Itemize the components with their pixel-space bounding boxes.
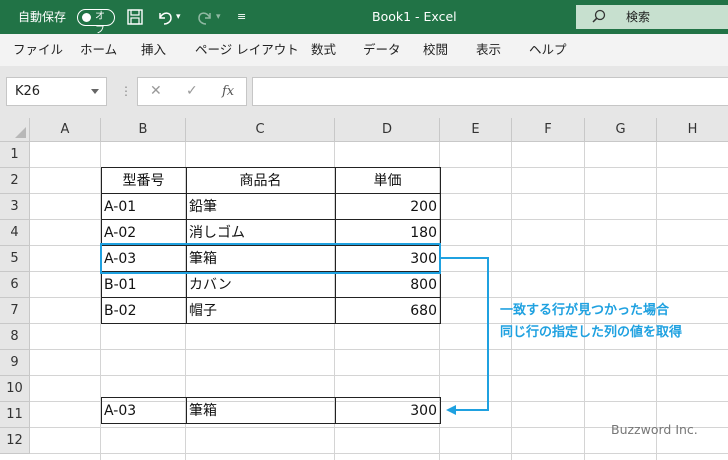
tab-help[interactable]: ヘルプ bbox=[529, 34, 567, 66]
search-label: 検索 bbox=[626, 10, 651, 24]
chevron-down-icon[interactable] bbox=[91, 89, 99, 94]
autosave-toggle[interactable]: オフ bbox=[77, 9, 115, 36]
redo-dropdown-icon[interactable]: ▾ bbox=[216, 0, 221, 34]
redo-icon[interactable] bbox=[195, 0, 215, 34]
annotation-line-1: 一致する行が見つかった場合 bbox=[500, 303, 670, 318]
insert-function-icon[interactable]: fx bbox=[222, 78, 234, 105]
autosave-label: 自動保存 bbox=[18, 10, 67, 24]
watermark: Buzzword Inc. bbox=[611, 422, 698, 437]
undo-dropdown-icon[interactable]: ▾ bbox=[176, 0, 181, 34]
tab-insert[interactable]: 挿入 bbox=[141, 34, 166, 66]
tab-data[interactable]: データ bbox=[363, 34, 401, 66]
save-icon[interactable] bbox=[126, 0, 144, 34]
tab-file[interactable]: ファイル bbox=[13, 34, 63, 66]
toggle-knob bbox=[82, 13, 91, 22]
name-box[interactable]: K26 bbox=[6, 77, 107, 106]
spreadsheet-grid: A B C D E F G H 1 2 3 4 5 6 7 8 9 10 11 … bbox=[0, 118, 728, 460]
tab-home[interactable]: ホーム bbox=[80, 34, 117, 66]
ribbon-tabs: ファイル ホーム 挿入 ページ レイアウト 数式 データ 校閲 表示 ヘルプ bbox=[0, 34, 728, 66]
tab-formulas[interactable]: 数式 bbox=[311, 34, 336, 66]
formula-bar: K26 ⋮ ✕ ✓ fx bbox=[0, 66, 728, 118]
annotation-line-2: 同じ行の指定した列の値を取得 bbox=[500, 325, 683, 340]
search-icon bbox=[592, 9, 606, 23]
name-box-value: K26 bbox=[15, 84, 41, 99]
undo-icon[interactable] bbox=[155, 0, 175, 34]
tab-view[interactable]: 表示 bbox=[476, 34, 501, 66]
title-bar: 自動保存 オフ ▾ ▾ ≡ Book1 - Excel 検索 bbox=[0, 0, 728, 36]
enter-icon[interactable]: ✓ bbox=[186, 78, 198, 105]
tab-review[interactable]: 校閲 bbox=[423, 34, 448, 66]
search-box[interactable]: 検索 bbox=[576, 5, 728, 29]
resize-handle-icon[interactable]: ⋮ bbox=[120, 82, 132, 100]
customize-toolbar-icon[interactable]: ≡ bbox=[237, 0, 246, 34]
tab-page-layout[interactable]: ページ レイアウト bbox=[195, 34, 299, 66]
cancel-icon[interactable]: ✕ bbox=[150, 78, 162, 105]
connector-arrow bbox=[441, 257, 489, 415]
formula-input[interactable] bbox=[252, 77, 728, 106]
window-title: Book1 - Excel bbox=[372, 9, 457, 24]
formula-buttons: ✕ ✓ fx bbox=[137, 77, 247, 106]
